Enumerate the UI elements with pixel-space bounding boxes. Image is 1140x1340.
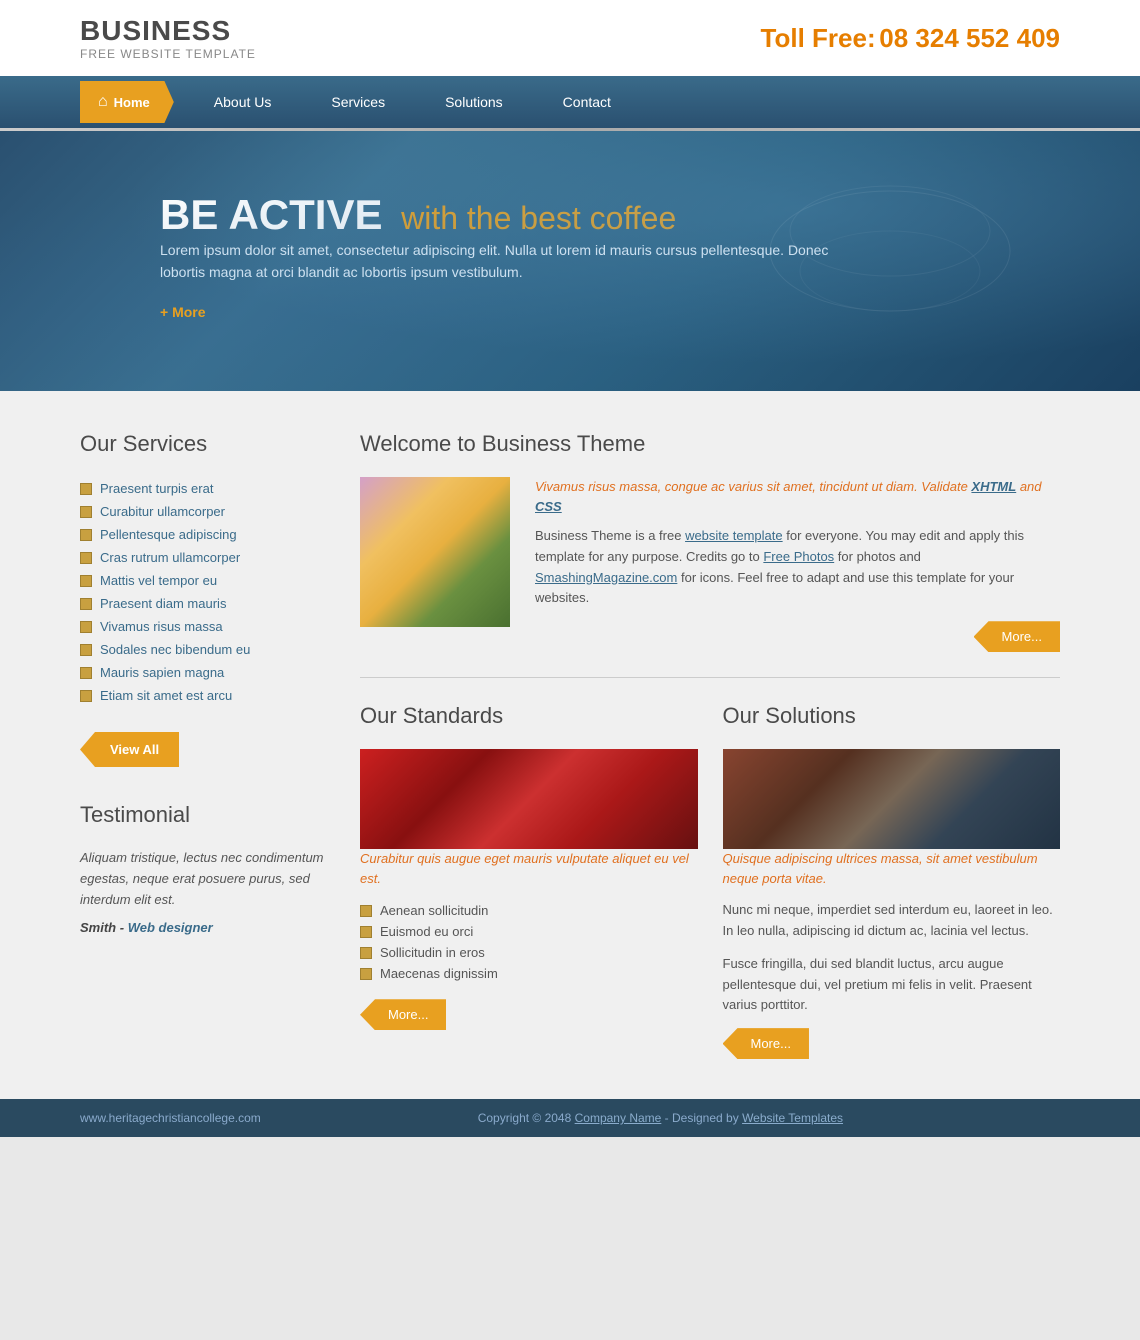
welcome-body: Business Theme is a free website templat… [535,526,1060,609]
list-item: Sodales nec bibendum eu [80,638,330,661]
logo: BUSINESS FREE WEBSITE TEMPLATE [80,15,256,61]
author-name: Smith [80,920,116,935]
copyright-text: Copyright © 2048 [478,1111,572,1125]
list-item: Maecenas dignissim [360,963,698,984]
list-item: Praesent diam mauris [80,592,330,615]
author-role[interactable]: Web designer [128,920,213,935]
services-title: Our Services [80,431,330,457]
list-item: Cras rutrum ullamcorper [80,546,330,569]
solutions-section: Our Solutions Quisque adipiscing ultrice… [723,703,1061,1059]
logo-subtitle: FREE WEBSITE TEMPLATE [80,47,256,61]
view-all-button[interactable]: View All [80,732,179,767]
welcome-text: Vivamus risus massa, congue ac varius si… [535,477,1060,652]
footer-url: www.heritagechristiancollege.com [80,1111,261,1125]
right-column: Welcome to Business Theme Vivamus risus … [360,431,1060,1059]
nav-items: About Us Services Solutions Contact [184,76,641,128]
hero-title-white: BE ACTIVE [160,191,382,238]
list-item: Sollicitudin in eros [360,942,698,963]
services-list: Praesent turpis erat Curabitur ullamcorp… [80,477,330,707]
header: BUSINESS FREE WEBSITE TEMPLATE Toll Free… [0,0,1140,76]
welcome-title: Welcome to Business Theme [360,431,1060,457]
standards-image [360,749,698,849]
main-content: Our Services Praesent turpis erat Curabi… [0,391,1140,1099]
hero-banner: BE ACTIVE with the best coffee Lorem ips… [0,131,1140,391]
list-item: Aenean sollicitudin [360,900,698,921]
standards-more-button[interactable]: More... [360,999,446,1030]
nav-services[interactable]: Services [301,76,415,128]
navigation: ⌂ Home About Us Services Solutions Conta… [0,76,1140,128]
flower-image [360,477,510,627]
services-section: Our Services Praesent turpis erat Curabi… [80,431,330,767]
css-link[interactable]: CSS [535,499,562,514]
testimonial-author: Smith - Web designer [80,920,330,935]
welcome-more-button[interactable]: More... [974,621,1060,652]
list-item: Mauris sapien magna [80,661,330,684]
left-column: Our Services Praesent turpis erat Curabi… [80,431,330,1059]
testimonial-text: Aliquam tristique, lectus nec condimentu… [80,848,330,910]
hero-more-link[interactable]: + More [160,304,980,320]
standards-more-btn-container: More... [360,999,698,1030]
bottom-sections: Our Standards Curabitur quis augue eget … [360,703,1060,1059]
list-item: Mattis vel tempor eu [80,569,330,592]
author-separator: - [120,920,128,935]
welcome-section: Welcome to Business Theme Vivamus risus … [360,431,1060,678]
solutions-more-btn-container: More... [723,1028,1061,1059]
home-icon: ⌂ [98,93,108,111]
website-templates-link[interactable]: Website Templates [742,1111,843,1125]
welcome-italic: Vivamus risus massa, congue ac varius si… [535,477,1060,516]
list-item: Euismod eu orci [360,921,698,942]
testimonial-section: Testimonial Aliquam tristique, lectus ne… [80,802,330,935]
free-photos-link[interactable]: Free Photos [763,549,834,564]
solutions-body2: Fusce fringilla, dui sed blandit luctus,… [723,954,1061,1016]
logo-title: BUSINESS [80,15,256,47]
list-item: Curabitur ullamcorper [80,500,330,523]
nav-about[interactable]: About Us [184,76,302,128]
hero-description: Lorem ipsum dolor sit amet, consectetur … [160,239,840,284]
list-item: Vivamus risus massa [80,615,330,638]
home-button[interactable]: ⌂ Home [80,81,174,123]
website-template-link[interactable]: website template [685,528,783,543]
standards-list: Aenean sollicitudin Euismod eu orci Soll… [360,900,698,984]
list-item: Etiam sit amet est arcu [80,684,330,707]
standards-italic: Curabitur quis augue eget mauris vulputa… [360,849,698,888]
testimonial-title: Testimonial [80,802,330,828]
footer-copyright: Copyright © 2048 Company Name - Designed… [261,1111,1060,1125]
solutions-italic: Quisque adipiscing ultrices massa, sit a… [723,849,1061,888]
toll-free-number: 08 324 552 409 [879,23,1060,53]
solutions-title: Our Solutions [723,703,1061,729]
home-label: Home [114,95,150,110]
list-item: Pellentesque adipiscing [80,523,330,546]
footer: www.heritagechristiancollege.com Copyrig… [0,1099,1140,1137]
list-item: Praesent turpis erat [80,477,330,500]
hero-title-gold: with the best coffee [401,200,676,236]
solutions-image [723,749,1061,849]
smashing-link[interactable]: SmashingMagazine.com [535,570,677,585]
solutions-body1: Nunc mi neque, imperdiet sed interdum eu… [723,900,1061,942]
nav-contact[interactable]: Contact [533,76,641,128]
standards-title: Our Standards [360,703,698,729]
company-name-link[interactable]: Company Name [575,1111,662,1125]
designed-by-text: - Designed by [665,1111,739,1125]
xhtml-link[interactable]: XHTML [971,479,1016,494]
toll-free: Toll Free: 08 324 552 409 [761,23,1060,54]
solutions-more-button[interactable]: More... [723,1028,809,1059]
toll-free-label: Toll Free: [761,23,876,53]
standards-section: Our Standards Curabitur quis augue eget … [360,703,698,1059]
welcome-more-btn-container: More... [535,621,1060,652]
welcome-content: Vivamus risus massa, congue ac varius si… [360,477,1060,678]
nav-solutions[interactable]: Solutions [415,76,533,128]
